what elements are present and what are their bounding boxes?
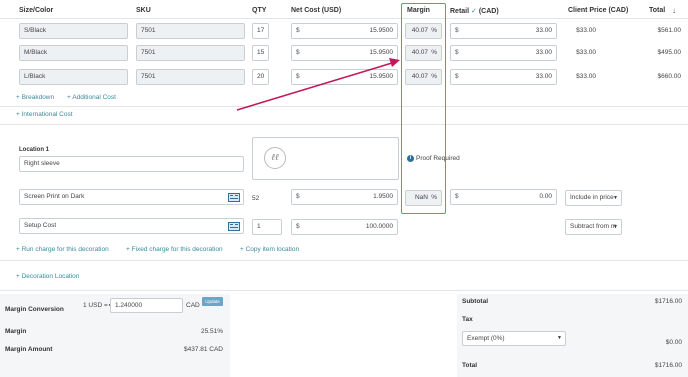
usd-label[interactable]: 1 USD =▼ xyxy=(83,302,113,309)
sku-field[interactable]: 7501 xyxy=(136,23,245,39)
header-total[interactable]: Total xyxy=(649,7,665,14)
setup-cost-input[interactable]: Setup Cost xyxy=(19,218,244,234)
header-sku: SKU xyxy=(136,7,151,14)
divider xyxy=(0,106,688,107)
sku-field[interactable]: 7501 xyxy=(136,69,245,85)
size-color-field[interactable]: S/Black xyxy=(19,23,128,39)
header-net-cost: Net Cost (USD) xyxy=(291,7,342,14)
caret-down-icon: ▼ xyxy=(613,195,618,201)
additional-cost-link[interactable]: + Additional Cost xyxy=(67,94,116,101)
run-charge-link[interactable]: + Run charge for this decoration xyxy=(16,246,109,253)
total-value: $1716.00 xyxy=(654,362,682,369)
total-label: Total xyxy=(462,362,478,369)
decoration-retail-input[interactable]: $0.00 xyxy=(450,189,557,205)
subtotal-value: $1716.00 xyxy=(654,298,682,305)
setup-qty-input[interactable]: 1 xyxy=(252,219,282,235)
retail-input[interactable]: $33.00 xyxy=(450,45,557,61)
decoration-net-input[interactable]: $1.9500 xyxy=(291,189,398,205)
margin-field[interactable]: 40.07% xyxy=(405,45,442,61)
calculator-icon[interactable] xyxy=(228,193,240,202)
qty-input[interactable]: 17 xyxy=(252,23,269,39)
header-size-color: Size/Color xyxy=(19,7,54,14)
caret-down-icon: ▼ xyxy=(557,335,562,341)
margin-label: Margin xyxy=(5,328,27,335)
divider xyxy=(0,260,688,261)
location-input[interactable]: Right sleeve xyxy=(19,156,244,172)
client-price-value: $33.00 xyxy=(576,27,596,34)
margin-amount-label: Margin Amount xyxy=(5,346,53,353)
exchange-rate-input[interactable]: 1.240000 xyxy=(110,298,183,313)
sku-field[interactable]: 7501 xyxy=(136,45,245,61)
update-button[interactable]: Update xyxy=(202,297,223,306)
margin-value: 25.51% xyxy=(200,328,223,335)
location-label: Location 1 xyxy=(19,147,50,153)
net-cost-input[interactable]: $15.9500 xyxy=(291,23,398,39)
row-total-value: $660.00 xyxy=(657,73,682,80)
calculator-icon[interactable] xyxy=(228,222,240,231)
header-client-price: Client Price (CAD) xyxy=(568,7,629,14)
row-total-value: $495.00 xyxy=(657,49,682,56)
proof-required-text: Proof Required xyxy=(416,155,460,162)
header-margin: Margin xyxy=(407,7,430,14)
caret-down-icon: ▼ xyxy=(613,224,618,230)
paint-brush-icon: ✓ xyxy=(471,8,477,15)
info-circle-icon: i xyxy=(407,155,414,162)
international-cost-link[interactable]: + International Cost xyxy=(16,111,73,118)
decoration-location-link[interactable]: + Decoration Location xyxy=(16,273,79,280)
margin-field[interactable]: 40.07% xyxy=(405,69,442,85)
decoration-logo-box[interactable]: ℓℓ xyxy=(252,137,399,180)
retail-input[interactable]: $33.00 xyxy=(450,23,557,39)
margin-summary-panel: Margin Conversion 1 USD =▼ 1.240000 CAD … xyxy=(0,294,230,377)
header-qty: QTY xyxy=(252,7,267,14)
price-option-select[interactable]: Include in price ▼ xyxy=(565,190,622,206)
margin-field[interactable]: 40.07% xyxy=(405,23,442,39)
arrow-down-icon[interactable]: ↓ xyxy=(672,6,676,15)
size-color-field[interactable]: M/Black xyxy=(19,45,128,61)
tax-value: $0.00 xyxy=(665,339,682,346)
decoration-qty-value: 52 xyxy=(252,195,260,202)
signature-logo-icon: ℓℓ xyxy=(264,147,286,169)
subtotal-label: Subtotal xyxy=(462,298,488,305)
divider xyxy=(0,290,688,291)
tax-select[interactable]: Exempt (0%) ▼ xyxy=(462,331,566,346)
header-divider xyxy=(0,18,688,19)
tax-label: Tax xyxy=(462,316,473,323)
client-price-value: $33.00 xyxy=(576,73,596,80)
retail-input[interactable]: $33.00 xyxy=(450,69,557,85)
header-retail: Retail ✓ (CAD) xyxy=(450,8,499,15)
net-cost-input[interactable]: $15.9500 xyxy=(291,69,398,85)
qty-input[interactable]: 20 xyxy=(252,69,269,85)
totals-panel: Subtotal $1716.00 Tax Exempt (0%) ▼ $0.00… xyxy=(457,294,688,377)
margin-conversion-label: Margin Conversion xyxy=(5,306,64,313)
row-total-value: $561.00 xyxy=(657,27,682,34)
client-price-value: $33.00 xyxy=(576,49,596,56)
cad-label: CAD xyxy=(186,302,200,309)
divider xyxy=(0,124,688,125)
setup-option-select[interactable]: Subtract from m ▼ xyxy=(565,219,622,235)
net-cost-input[interactable]: $15.9500 xyxy=(291,45,398,61)
setup-net-input[interactable]: $100.0000 xyxy=(291,219,398,235)
breakdown-link[interactable]: + Breakdown xyxy=(16,94,54,101)
margin-amount-value: $437.81 CAD xyxy=(183,346,223,353)
size-color-field[interactable]: L/Black xyxy=(19,69,128,85)
qty-input[interactable]: 15 xyxy=(252,45,269,61)
decoration-margin-field[interactable]: NaN% xyxy=(405,190,442,206)
fixed-charge-link[interactable]: + Fixed charge for this decoration xyxy=(126,246,223,253)
decoration-method-input[interactable]: Screen Print on Dark xyxy=(19,189,244,205)
copy-location-link[interactable]: + Copy item location xyxy=(240,246,299,253)
